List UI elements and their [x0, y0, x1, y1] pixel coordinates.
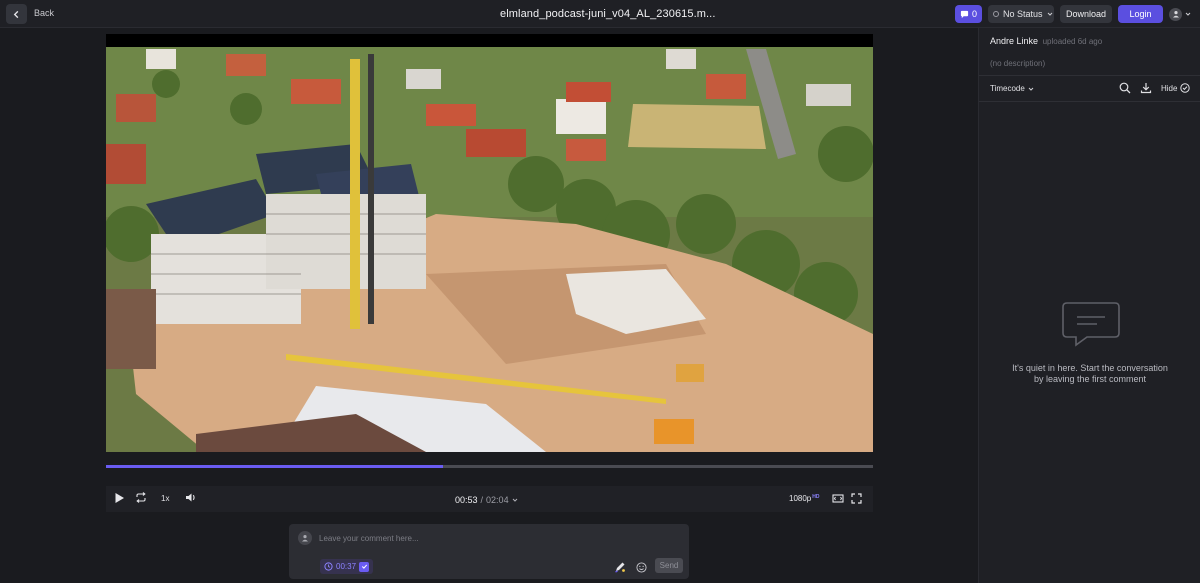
status-label: No Status	[1003, 9, 1043, 19]
chevron-down-icon	[1185, 12, 1191, 16]
current-time: 00:53	[455, 495, 478, 505]
loop-icon	[136, 492, 146, 503]
player-controls: 1x 00:53 / 02:04 1080p HD	[106, 486, 873, 512]
time-display: 00:53 / 02:04	[455, 495, 518, 505]
composer-avatar	[298, 531, 312, 545]
comment-count-button[interactable]: 0	[955, 5, 982, 23]
download-icon	[1140, 83, 1152, 94]
chevron-left-icon	[13, 10, 19, 18]
download-comments-button[interactable]	[1140, 81, 1152, 99]
login-button[interactable]: Login	[1118, 5, 1163, 23]
loop-button[interactable]	[135, 492, 147, 503]
account-menu[interactable]	[1169, 5, 1197, 23]
uploader-name: Andre Linke	[990, 36, 1039, 46]
user-icon	[1172, 11, 1179, 18]
volume-icon	[186, 493, 195, 502]
chevron-down-icon[interactable]	[512, 497, 518, 503]
comment-bubble-icon	[960, 10, 969, 18]
back-label[interactable]: Back	[34, 8, 54, 18]
upload-time: uploaded 6d ago	[1042, 37, 1103, 46]
chevron-down-icon	[1028, 87, 1034, 91]
quality-selector[interactable]: 1080p HD	[789, 494, 819, 503]
top-bar: Back elmland_podcast-juni_v04_AL_230615.…	[0, 0, 1200, 28]
hide-label: Hide	[1161, 83, 1178, 93]
play-button[interactable]	[114, 492, 125, 504]
uploader-info: Andre Linke uploaded 6d ago	[990, 36, 1102, 46]
hd-badge: HD	[812, 494, 820, 500]
user-icon	[302, 535, 308, 542]
empty-chat-icon	[1061, 301, 1121, 352]
empty-state-text: It's quiet in here. Start the conversati…	[999, 363, 1181, 385]
speed-label: 1x	[161, 494, 170, 503]
video-scrubber[interactable]	[106, 465, 873, 468]
annotate-button[interactable]	[614, 560, 626, 578]
empty-state-line2: by leaving the first comment	[1033, 374, 1147, 384]
video-frame-construction-site	[106, 34, 873, 452]
chevron-down-icon	[1047, 12, 1052, 16]
file-title: elmland_podcast-juni_v04_AL_230615.m...	[500, 8, 716, 20]
hide-completed-toggle[interactable]: Hide	[1161, 83, 1191, 93]
clock-icon	[324, 562, 333, 571]
comment-input[interactable]	[319, 531, 659, 545]
download-button[interactable]: Download	[1060, 5, 1112, 23]
check-circle-icon	[1180, 83, 1191, 93]
emoji-icon	[636, 562, 647, 573]
sort-dropdown[interactable]: Timecode	[990, 84, 1034, 93]
sort-label: Timecode	[990, 84, 1025, 93]
fullscreen-icon	[851, 493, 862, 504]
description[interactable]: (no description)	[990, 59, 1045, 68]
search-comments-button[interactable]	[1119, 81, 1131, 99]
timecode-toggle[interactable]: 00:37	[320, 559, 373, 574]
comment-composer: 00:37 Send	[289, 524, 689, 579]
send-button[interactable]: Send	[655, 558, 683, 573]
time-separator: /	[480, 495, 484, 505]
back-button[interactable]	[6, 4, 27, 24]
divider	[979, 75, 1200, 76]
playback-speed[interactable]: 1x	[161, 494, 169, 503]
volume-button[interactable]	[185, 492, 197, 503]
video-player[interactable]	[106, 34, 873, 452]
checkbox-icon	[359, 561, 370, 572]
theater-mode-button[interactable]	[832, 493, 844, 504]
theater-mode-icon	[832, 494, 844, 503]
divider	[979, 101, 1200, 102]
emoji-button[interactable]	[636, 560, 647, 578]
search-icon	[1119, 82, 1131, 94]
fullscreen-button[interactable]	[851, 493, 862, 504]
avatar	[1169, 7, 1182, 21]
scrubber-progress	[106, 465, 444, 468]
play-icon	[115, 493, 124, 503]
timecode-value: 00:37	[336, 562, 357, 571]
comment-count-label: 0	[971, 9, 977, 19]
quality-label: 1080p	[789, 494, 812, 503]
status-dot-icon	[993, 11, 999, 17]
empty-state-line1: It's quiet in here. Start the conversati…	[1012, 363, 1168, 373]
status-dropdown[interactable]: No Status	[988, 5, 1054, 23]
comments-sidebar: Andre Linke uploaded 6d ago (no descript…	[978, 28, 1200, 583]
duration: 02:04	[486, 495, 509, 505]
pen-icon	[615, 562, 625, 573]
